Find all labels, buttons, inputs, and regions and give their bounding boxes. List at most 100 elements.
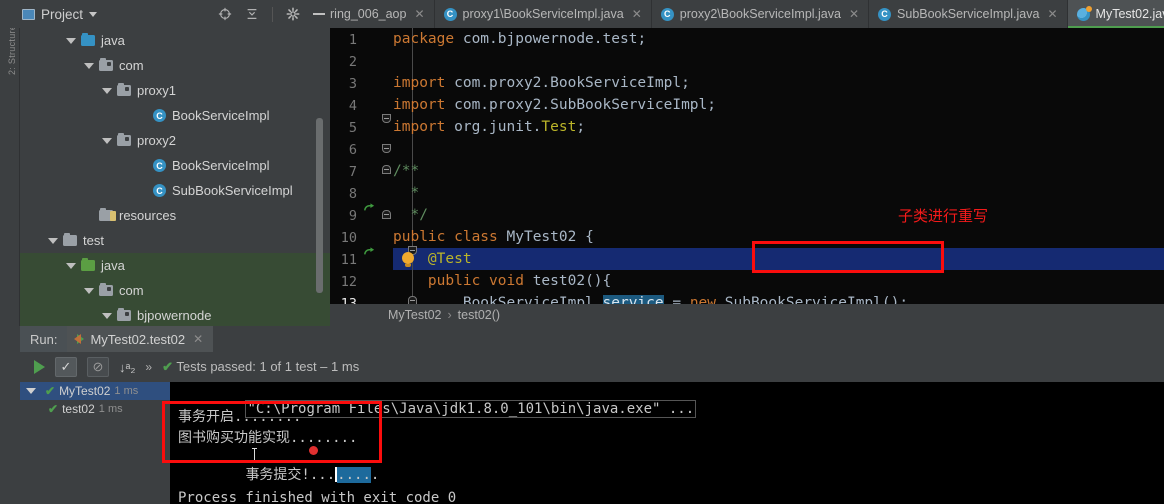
close-icon[interactable]: ✕ — [414, 7, 424, 21]
java-class-icon: C — [153, 159, 166, 172]
test-tree-row-test02[interactable]: ✔ test02 1 ms — [20, 400, 170, 418]
code-line-3[interactable]: import com.proxy2.BookServiceImpl; — [393, 72, 690, 94]
chevron-down-icon[interactable] — [84, 62, 94, 69]
line-number-7[interactable]: 7 — [333, 164, 357, 180]
chevron-down-icon[interactable] — [102, 137, 112, 144]
tree-item-com[interactable]: com — [20, 53, 330, 78]
test-tree-row-MyTest02[interactable]: ✔ MyTest02 1 ms — [20, 382, 170, 400]
line-number-9[interactable]: 9 — [333, 208, 357, 224]
minimize-icon[interactable] — [313, 13, 325, 15]
console-line-3-text: 事务提交!... — [245, 467, 336, 483]
code-token: com.proxy2.SubBookServiceImpl; — [454, 97, 717, 113]
line-number-3[interactable]: 3 — [333, 76, 357, 92]
run-config-tab[interactable]: MyTest02.test02 ✕ — [67, 326, 214, 352]
close-icon[interactable]: ✕ — [632, 7, 642, 21]
editor-tab-2[interactable]: Cproxy2\BookServiceImpl.java ✕ — [652, 0, 870, 28]
line-number-1[interactable]: 1 — [333, 32, 357, 48]
line-number-13[interactable]: 13 — [333, 296, 357, 304]
line-number-2[interactable]: 2 — [333, 54, 357, 70]
line-number-10[interactable]: 10 — [333, 230, 357, 246]
code-line-12[interactable]: public void test02(){ — [393, 270, 611, 292]
chevron-down-icon[interactable] — [66, 37, 76, 44]
chevron-down-icon[interactable] — [66, 262, 76, 269]
breadcrumb[interactable]: MyTest02 › test02() — [330, 304, 1164, 326]
run-label: Run: — [20, 326, 68, 352]
line-number-5[interactable]: 5 — [333, 120, 357, 136]
code-line-7[interactable]: /** — [393, 160, 419, 182]
locate-icon[interactable] — [218, 7, 232, 21]
fold-marker-javadoc-end[interactable] — [382, 210, 391, 219]
code-token: service — [602, 295, 664, 304]
line-number-8[interactable]: 8 — [333, 186, 357, 202]
code-line-11[interactable]: @Test — [393, 248, 472, 270]
close-icon[interactable]: ✕ — [849, 7, 859, 21]
settings-gear-icon[interactable] — [286, 7, 300, 21]
chevron-down-icon[interactable] — [102, 312, 112, 319]
code-token: /** — [393, 163, 420, 179]
run-class-icon[interactable] — [363, 202, 376, 215]
tree-item-resources[interactable]: resources — [20, 203, 330, 228]
show-ignored-toggle[interactable]: ⊘ — [87, 357, 109, 377]
package-icon — [117, 82, 131, 96]
code-token: ; — [899, 295, 909, 304]
run-tab-bar: Run: MyTest02.test02 ✕ — [20, 326, 1164, 352]
editor-tab-4[interactable]: MyTest02.java✕ — [1067, 0, 1164, 28]
tree-item-proxy1[interactable]: proxy1 — [20, 78, 330, 103]
code-line-1[interactable]: package com.bjpowernode.test; — [393, 28, 646, 50]
fold-marker-imports-end[interactable] — [382, 165, 391, 174]
chevron-down-icon[interactable] — [89, 11, 98, 17]
chevron-down-icon[interactable] — [26, 388, 36, 394]
editor-tab-3[interactable]: C SubBookServiceImpl.java ✕ — [869, 0, 1068, 28]
close-icon[interactable]: ✕ — [1047, 7, 1057, 21]
line-number-11[interactable]: 11 — [333, 252, 357, 268]
editor-tab-0[interactable]: ring_006_aop ✕ — [330, 0, 435, 28]
more-options-icon[interactable]: » — [145, 360, 152, 374]
tree-item-label: BookServiceImpl — [172, 108, 270, 123]
run-method-icon[interactable] — [363, 246, 376, 259]
tree-item-java[interactable]: java — [20, 253, 330, 278]
code-line-4[interactable]: import com.proxy2.SubBookServiceImpl; — [393, 94, 716, 116]
tree-item-com[interactable]: com — [20, 278, 330, 303]
project-scrollbar[interactable] — [316, 118, 323, 293]
console-selection[interactable]: .... — [337, 467, 371, 483]
tree-item-bookserviceimpl[interactable]: C BookServiceImpl — [20, 153, 330, 178]
code-editor[interactable]: 123456789101112131415 package com.bjpowe… — [330, 28, 1164, 304]
sort-alphabetically-icon[interactable]: ↓ᵃ₂ — [119, 360, 135, 375]
java-class-icon: C — [443, 7, 457, 21]
code-line-9[interactable]: */ — [393, 204, 427, 226]
editor-tab-1[interactable]: Cproxy1\BookServiceImpl.java ✕ — [435, 0, 652, 28]
code-line-13[interactable]: BookServiceImpl service = new SubBookSer… — [393, 292, 908, 304]
tree-item-test[interactable]: test — [20, 228, 330, 253]
breadcrumb-method[interactable]: test02() — [458, 308, 500, 322]
tree-item-java[interactable]: java — [20, 28, 330, 53]
code-token: com.bjpowernode.test; — [462, 31, 647, 47]
rerun-icon[interactable] — [34, 360, 45, 374]
line-number-12[interactable]: 12 — [333, 274, 357, 290]
test-results-tree[interactable]: ✔ MyTest02 1 ms ✔ test02 1 ms — [20, 382, 170, 504]
breadcrumb-class[interactable]: MyTest02 — [388, 308, 442, 322]
tree-item-proxy2[interactable]: proxy2 — [20, 128, 330, 153]
test-status: ✔ Tests passed: 1 of 1 test – 1 ms — [162, 359, 359, 375]
tree-item-bookserviceimpl[interactable]: C BookServiceImpl — [20, 103, 330, 128]
code-line-8[interactable]: * — [393, 182, 419, 204]
fold-marker-javadoc-start[interactable] — [382, 144, 391, 153]
fold-marker-imports-start[interactable] — [382, 114, 391, 123]
project-tree-panel[interactable]: java com proxy1 C BookServiceImpl proxy2 C Book… — [20, 28, 330, 328]
run-config-label: MyTest02.test02 — [90, 331, 186, 347]
close-icon[interactable]: ✕ — [193, 332, 203, 346]
line-number-6[interactable]: 6 — [333, 142, 357, 158]
tree-item-subbookserviceimpl[interactable]: C SubBookServiceImpl — [20, 178, 330, 203]
show-passed-toggle[interactable]: ✓ — [55, 357, 77, 377]
code-line-10[interactable]: public class MyTest02 { — [393, 226, 594, 248]
tree-item-bjpowernode[interactable]: bjpowernode — [20, 303, 330, 328]
project-view-button[interactable]: Project — [22, 7, 98, 22]
test-duration: 1 ms — [98, 403, 123, 415]
chevron-down-icon[interactable] — [102, 87, 112, 94]
chevron-down-icon[interactable] — [84, 287, 94, 294]
chevron-down-icon[interactable] — [48, 237, 58, 244]
code-line-5[interactable]: import org.junit.Test; — [393, 116, 585, 138]
code-token: import — [393, 119, 455, 135]
line-number-4[interactable]: 4 — [333, 98, 357, 114]
collapse-all-icon[interactable] — [245, 7, 259, 21]
toolbar-divider — [272, 6, 273, 22]
